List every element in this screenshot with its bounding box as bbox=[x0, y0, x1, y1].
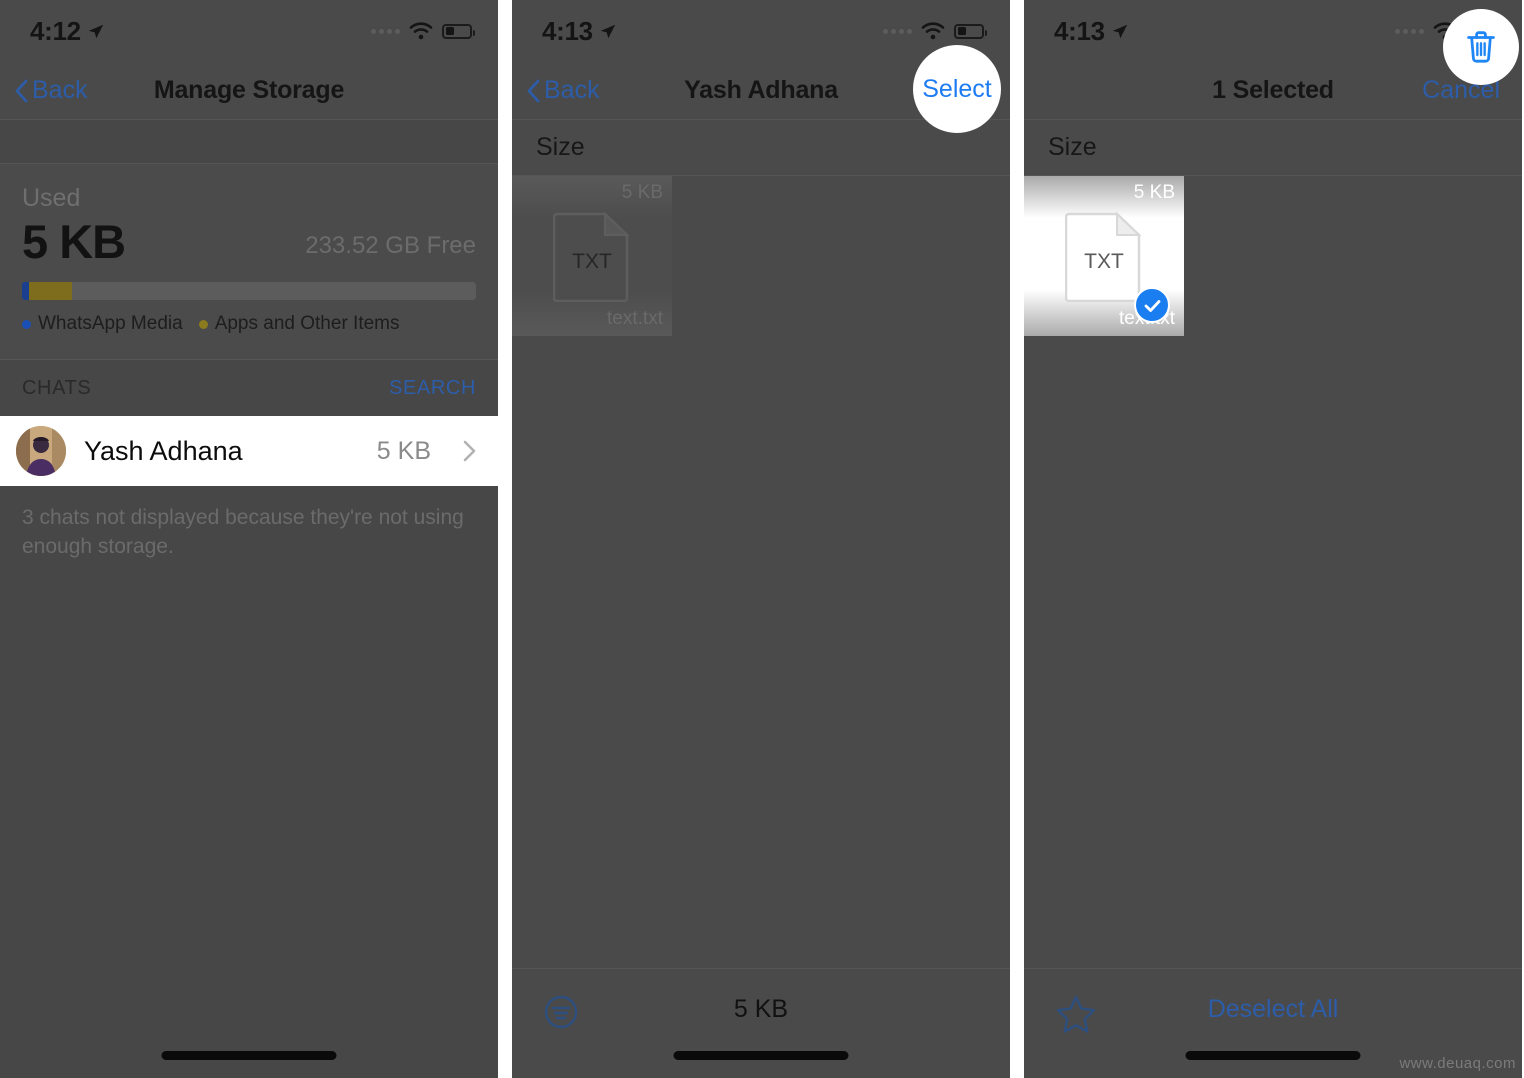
legend-label: Apps and Other Items bbox=[214, 313, 400, 335]
signal-dots-icon bbox=[883, 28, 912, 34]
used-value: 5 KB bbox=[22, 215, 126, 268]
back-label: Back bbox=[32, 76, 88, 104]
phone-panel-chat-files: 4:13 Back Yash Adhana Size TXT 5 KB text… bbox=[512, 0, 1010, 1078]
chevron-left-icon bbox=[526, 79, 540, 103]
status-time: 4:13 bbox=[1054, 15, 1105, 46]
empty-space bbox=[0, 561, 498, 1078]
signal-dots-icon bbox=[1395, 28, 1424, 34]
star-icon[interactable] bbox=[1056, 995, 1096, 1033]
txt-document-icon: TXT bbox=[553, 210, 631, 302]
chats-header-label: CHATS bbox=[22, 376, 92, 399]
chats-footnote: 3 chats not displayed because they're no… bbox=[0, 486, 498, 562]
legend-item-whatsapp-media: WhatsApp Media bbox=[22, 313, 183, 335]
chat-row-yash-adhana[interactable]: Yash Adhana 5 KB bbox=[0, 416, 498, 487]
empty-space bbox=[512, 336, 1010, 1078]
list-header-size: Size bbox=[1024, 120, 1522, 176]
used-row: 5 KB 233.52 GB Free bbox=[22, 215, 476, 268]
file-name-label: text.txt bbox=[607, 308, 663, 329]
battery-icon bbox=[442, 23, 475, 39]
storage-summary-card: Used 5 KB 233.52 GB Free WhatsApp Media bbox=[0, 164, 498, 361]
chevron-left-icon bbox=[14, 79, 28, 103]
location-arrow-icon bbox=[599, 23, 616, 40]
legend-item-apps-other: Apps and Other Items bbox=[198, 313, 400, 335]
used-label: Used bbox=[22, 184, 81, 212]
location-arrow-icon bbox=[87, 23, 104, 40]
status-time: 4:13 bbox=[542, 15, 593, 46]
free-space-value: 233.52 GB Free bbox=[305, 232, 476, 260]
home-indicator bbox=[161, 1051, 337, 1060]
home-indicator bbox=[673, 1051, 849, 1060]
usage-segment-whatsapp-media bbox=[22, 282, 30, 301]
svg-text:TXT: TXT bbox=[572, 250, 612, 273]
battery-icon bbox=[954, 23, 987, 39]
storage-usage-bar bbox=[22, 282, 476, 301]
legend-dot-icon bbox=[198, 319, 208, 329]
delete-button-highlight[interactable] bbox=[1443, 9, 1519, 85]
status-bar-right bbox=[883, 22, 987, 40]
trash-icon bbox=[1462, 28, 1500, 66]
status-bar-left: 4:13 bbox=[542, 16, 616, 47]
chevron-right-icon bbox=[463, 440, 476, 462]
home-indicator bbox=[1185, 1051, 1361, 1060]
screenshot-stage: 4:12 Back Manage Storage Used 5 KB 233.5… bbox=[0, 0, 1524, 1078]
status-bar: 4:12 bbox=[0, 0, 498, 62]
watermark: www.deuaq.com bbox=[1399, 1055, 1516, 1072]
status-bar-right bbox=[371, 22, 475, 40]
phone-panel-manage-storage: 4:12 Back Manage Storage Used 5 KB 233.5… bbox=[0, 0, 498, 1078]
wifi-icon bbox=[409, 22, 433, 40]
bottom-toolbar: 5 KB bbox=[512, 968, 1010, 1078]
deselect-all-button[interactable]: Deselect All bbox=[1024, 995, 1522, 1024]
svg-text:TXT: TXT bbox=[1084, 250, 1124, 273]
nav-bar: Back Manage Storage bbox=[0, 62, 498, 120]
chat-size: 5 KB bbox=[376, 436, 431, 465]
file-grid: TXT 5 KB text.txt bbox=[512, 176, 1010, 336]
sort-icon[interactable] bbox=[544, 995, 578, 1029]
back-button[interactable]: Back bbox=[526, 76, 600, 105]
phone-panel-selection-mode: 4:13 1 Selected Cancel Size TXT 5 KB Des… bbox=[1024, 0, 1522, 1078]
list-header-size: Size bbox=[512, 120, 1010, 176]
search-button[interactable]: SEARCH bbox=[389, 377, 476, 400]
file-thumbnail-text-txt[interactable]: TXT 5 KB text.txt bbox=[512, 176, 672, 336]
signal-dots-icon bbox=[371, 28, 400, 34]
total-size-label: 5 KB bbox=[733, 995, 789, 1023]
file-thumbnail-text-txt[interactable]: TXT 5 KB text.txt bbox=[1024, 176, 1184, 336]
wifi-icon bbox=[921, 22, 945, 40]
select-button-label: Select bbox=[922, 74, 992, 103]
legend-label: WhatsApp Media bbox=[38, 313, 183, 335]
usage-segment-apps-other bbox=[29, 282, 73, 301]
txt-document-icon: TXT bbox=[1065, 210, 1143, 302]
location-arrow-icon bbox=[1111, 23, 1128, 40]
empty-space bbox=[1024, 336, 1522, 1078]
status-time: 4:12 bbox=[30, 15, 81, 46]
section-gap bbox=[0, 120, 498, 164]
chat-name: Yash Adhana bbox=[84, 435, 243, 466]
legend-dot-icon bbox=[22, 319, 31, 329]
back-label: Back bbox=[544, 76, 600, 104]
select-button-highlight[interactable]: Select bbox=[913, 45, 1001, 133]
file-size-label: 5 KB bbox=[621, 182, 663, 203]
chats-section-header: CHATS SEARCH bbox=[0, 360, 498, 417]
back-button[interactable]: Back bbox=[14, 76, 88, 105]
selected-check-icon[interactable] bbox=[1134, 287, 1170, 323]
file-grid: TXT 5 KB text.txt bbox=[1024, 176, 1522, 336]
status-bar-left: 4:12 bbox=[30, 16, 104, 47]
nav-bar: 1 Selected Cancel bbox=[1024, 62, 1522, 120]
status-bar-left: 4:13 bbox=[1054, 16, 1128, 47]
file-size-label: 5 KB bbox=[1133, 182, 1175, 203]
avatar bbox=[16, 426, 66, 477]
storage-legend: WhatsApp Media Apps and Other Items bbox=[22, 313, 476, 335]
